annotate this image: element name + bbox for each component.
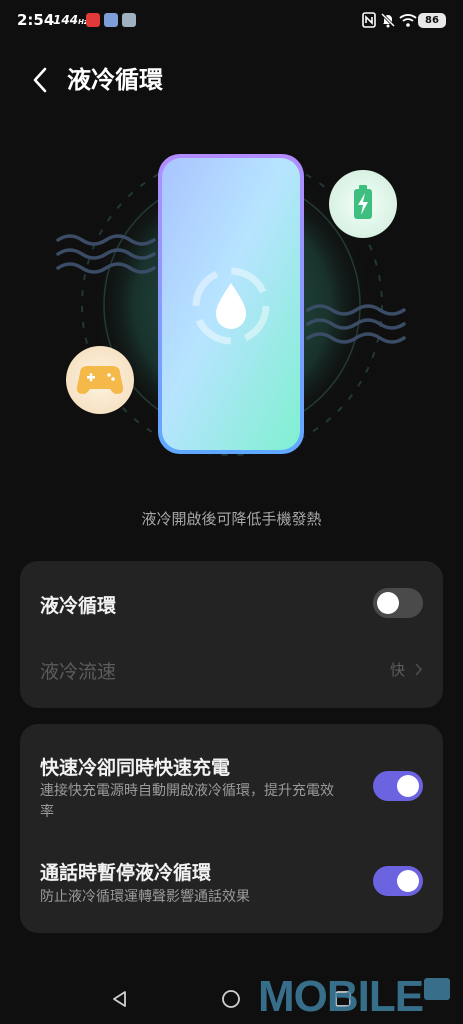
cooling-options-card: 快速冷卻同時快速充電 連接快充電源時自動開啟液冷循環，提升充電效率 通話時暫停液… bbox=[20, 724, 443, 933]
refresh-rate: 144Hz bbox=[53, 13, 88, 27]
app-notification-icon bbox=[86, 13, 100, 27]
mail-notification-icon bbox=[104, 13, 118, 27]
chevron-left-icon bbox=[33, 67, 47, 93]
fast-cool-charge-description: 連接快充電源時自動開啟液冷循環，提升充電效率 bbox=[40, 783, 334, 820]
liquid-cooling-toggle[interactable] bbox=[373, 588, 423, 618]
bag-notification-icon bbox=[122, 13, 136, 27]
toggle-knob bbox=[377, 592, 399, 614]
pause-on-call-label: 通話時暫停液冷循環 bbox=[40, 862, 212, 884]
liquid-cooling-illustration bbox=[56, 154, 406, 456]
flow-speed-value: 快 bbox=[389, 661, 405, 679]
chevron-right-icon bbox=[415, 663, 423, 676]
fast-cool-charge-row[interactable]: 快速冷卻同時快速充電 連接快充電源時自動開啟液冷循環，提升充電效率 bbox=[20, 724, 443, 834]
mute-bell-icon bbox=[380, 12, 396, 28]
battery-charging-icon bbox=[354, 185, 372, 219]
pause-on-call-toggle[interactable] bbox=[373, 866, 423, 896]
liquid-cooling-card: 液冷循環 液冷流速 快 bbox=[20, 561, 443, 708]
back-button[interactable] bbox=[24, 62, 56, 98]
status-time: 2:54 bbox=[17, 11, 55, 29]
fast-cool-charge-label: 快速冷卻同時快速充電 bbox=[40, 757, 231, 779]
liquid-cooling-label: 液冷循環 bbox=[40, 595, 117, 617]
pause-on-call-row[interactable]: 通話時暫停液冷循環 防止液冷循環運轉聲影響通話效果 bbox=[20, 834, 443, 933]
hero-caption: 液冷開啟後可降低手機發熱 bbox=[141, 510, 322, 528]
watermark-logo: MOBILE bbox=[258, 972, 424, 1021]
nfc-icon bbox=[362, 12, 376, 28]
fast-cool-charge-toggle[interactable] bbox=[373, 771, 423, 801]
circle-home-icon bbox=[222, 990, 240, 1008]
page-title: 液冷循環 bbox=[67, 66, 163, 94]
nav-home-button[interactable] bbox=[216, 985, 246, 1013]
wifi-icon bbox=[399, 14, 417, 27]
battery-indicator: 86 bbox=[418, 13, 446, 28]
triangle-back-icon bbox=[113, 991, 126, 1007]
flow-speed-row: 液冷流速 快 bbox=[20, 641, 443, 708]
liquid-cooling-row[interactable]: 液冷循環 bbox=[20, 561, 443, 641]
flow-speed-label: 液冷流速 bbox=[40, 661, 117, 683]
nav-back-button[interactable] bbox=[105, 985, 135, 1013]
status-bar: 2:54 144Hz 86 bbox=[0, 0, 463, 40]
toggle-knob bbox=[397, 870, 419, 892]
watermark-bubble-icon bbox=[424, 978, 450, 1000]
toggle-knob bbox=[397, 775, 419, 797]
pause-on-call-description: 防止液冷循環運轉聲影響通話效果 bbox=[40, 889, 250, 905]
